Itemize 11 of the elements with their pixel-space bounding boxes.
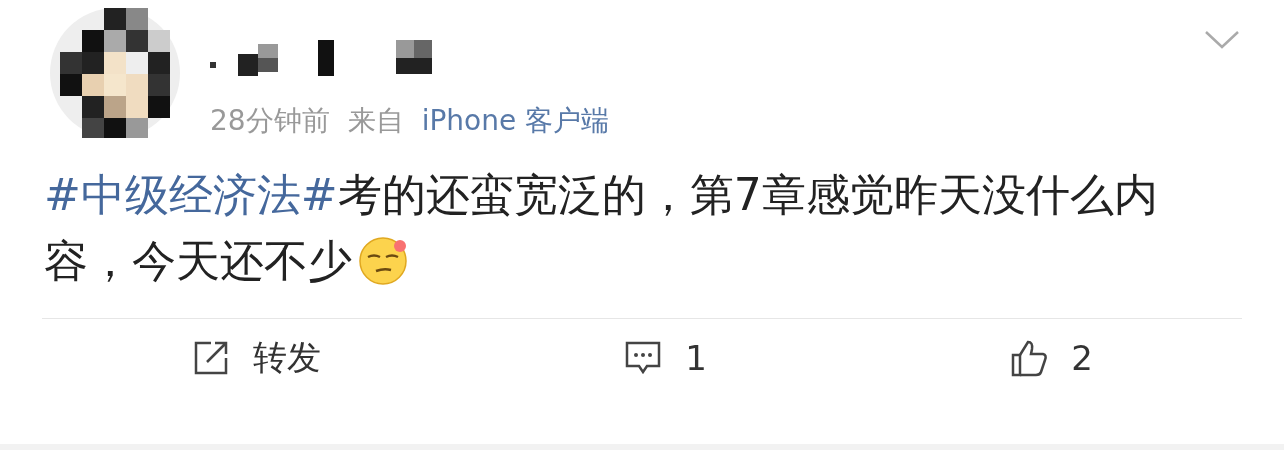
post-text: #中级经济法#考的还蛮宽泛的，第7章感觉昨天没什么内容，今天还不少 (44, 168, 1159, 288)
action-button[interactable]: 1 (613, 329, 717, 387)
chevron-down-icon[interactable] (1204, 30, 1240, 50)
action-button[interactable]: 2 (999, 329, 1103, 387)
post-time: 28分钟前 (210, 103, 330, 139)
smirk-emoji-icon (358, 236, 408, 286)
action-button[interactable]: 转发 (181, 329, 332, 387)
source-prefix: 来自 (347, 103, 404, 139)
hashtag-link[interactable]: #中级经济法# (44, 169, 338, 220)
source-link[interactable]: iPhone 客户端 (421, 102, 610, 140)
thumbs-up-icon (1009, 338, 1050, 378)
